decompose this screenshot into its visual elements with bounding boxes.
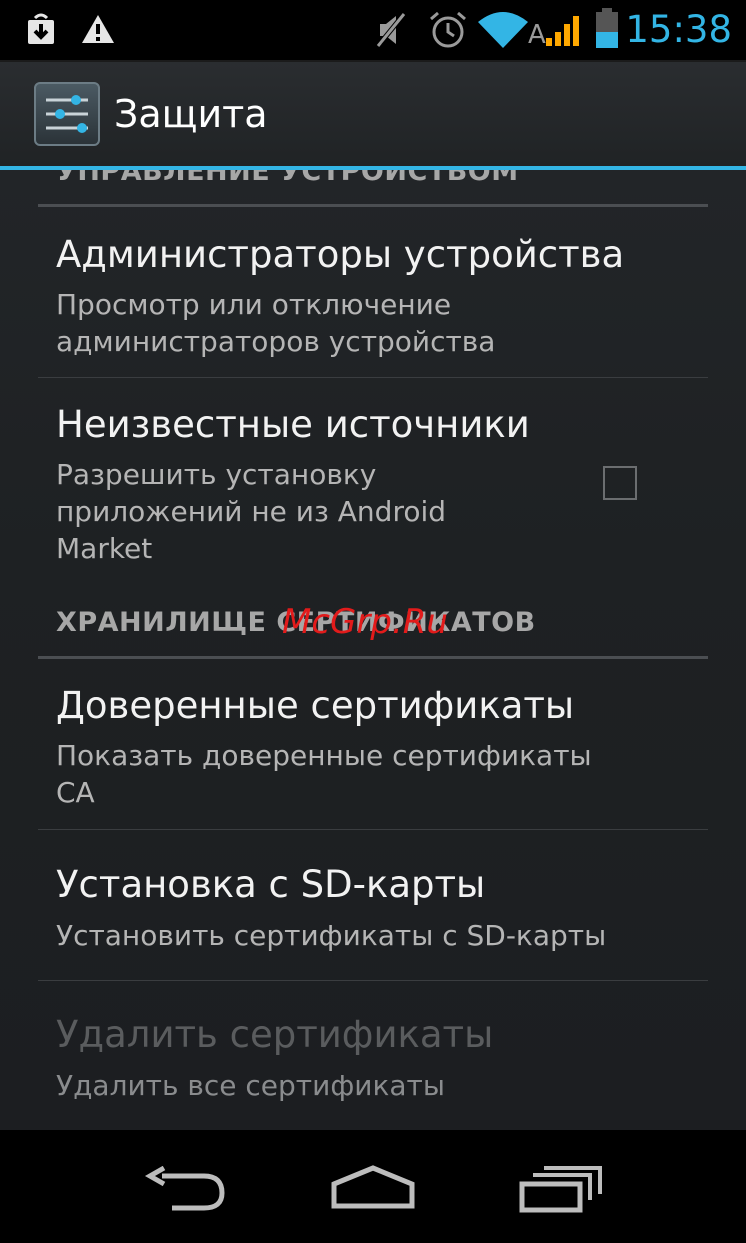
back-icon[interactable] <box>144 1166 228 1214</box>
pref-title: Неизвестные источники <box>56 403 530 446</box>
status-time: 15:38 <box>625 8 732 51</box>
battery-icon <box>596 8 618 48</box>
pref-summary: Просмотр или отключение администраторов … <box>56 288 496 358</box>
pref-clear-certs: Удалить сертификаты Удалить все сертифик… <box>0 981 746 1130</box>
page-title: Защита <box>114 92 268 136</box>
navigation-bar <box>0 1130 746 1243</box>
warning-icon <box>82 15 114 43</box>
signal-icon <box>546 16 579 46</box>
download-icon <box>28 13 54 44</box>
unknown-sources-checkbox[interactable] <box>603 466 637 500</box>
pref-trusted-certs[interactable]: Доверенные сертификаты Показать доверенн… <box>0 659 746 829</box>
home-icon[interactable] <box>328 1164 418 1210</box>
wifi-icon <box>478 12 528 48</box>
sliders-glyph <box>46 95 88 133</box>
section-header-device-admin: УПРАВЛЕНИЕ УСТРОЙСТВОМ <box>56 170 519 187</box>
settings-sliders-icon[interactable] <box>34 82 100 146</box>
settings-list[interactable]: УПРАВЛЕНИЕ УСТРОЙСТВОМ Администраторы ус… <box>0 170 746 1130</box>
pref-device-admins[interactable]: Администраторы устройства Просмотр или о… <box>0 207 746 377</box>
action-bar: Защита <box>0 62 746 166</box>
pref-title: Установка с SD-карты <box>56 863 486 906</box>
pref-summary: Удалить все сертификаты <box>56 1069 445 1102</box>
pref-title: Удалить сертификаты <box>56 1013 494 1056</box>
pref-install-sd[interactable]: Установка с SD-карты Установить сертифик… <box>0 830 746 980</box>
mute-icon <box>376 12 406 48</box>
recent-apps-icon[interactable] <box>518 1164 604 1214</box>
pref-unknown-sources[interactable]: Неизвестные источники Разрешить установк… <box>0 378 746 568</box>
pref-title: Администраторы устройства <box>56 233 625 276</box>
pref-summary: Установить сертификаты с SD-карты <box>56 919 607 952</box>
pref-title: Доверенные сертификаты <box>56 684 575 727</box>
watermark: McGrp.Ru <box>282 602 448 642</box>
status-bar: A 15:38 <box>0 0 746 62</box>
pref-summary: Показать доверенные сертификаты CA <box>56 739 592 809</box>
alarm-icon <box>430 11 466 48</box>
pref-summary: Разрешить установку приложений не из And… <box>56 458 447 565</box>
